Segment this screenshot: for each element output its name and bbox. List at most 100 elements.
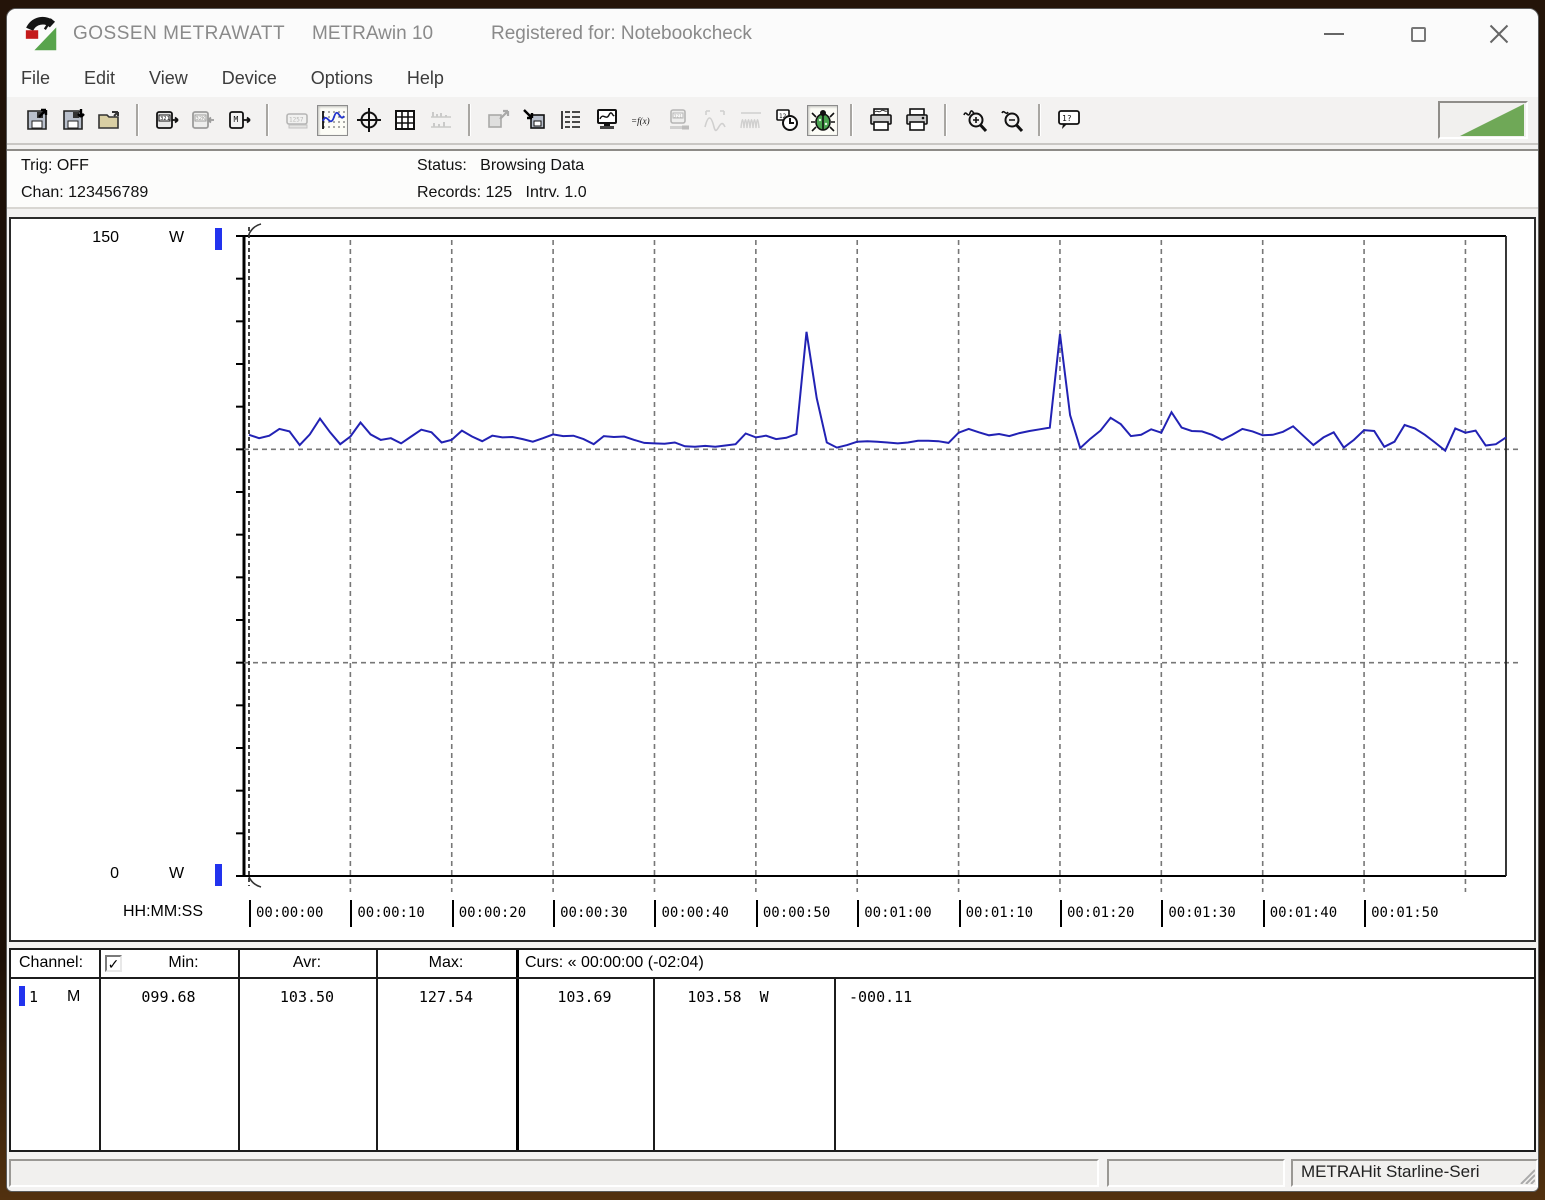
resize-grip-icon[interactable] [1517, 1166, 1535, 1184]
gossen-metrawatt-logo-icon [25, 16, 57, 51]
save-icon[interactable] [57, 105, 88, 136]
toolbar-separator [468, 104, 471, 136]
records-text: Records: 125 Intrv. 1.0 [417, 184, 587, 201]
statusbar-mid-panel [1107, 1159, 1285, 1187]
multi-curve-icon [735, 105, 766, 136]
app-window: GOSSEN METRAWATT METRAwin 10 Registered … [6, 8, 1539, 1192]
single-curve-icon [699, 105, 730, 136]
device-name-text: METRAHit Starline-Seri [1301, 1162, 1480, 1181]
zoom-out-icon[interactable] [995, 105, 1026, 136]
x-tick-label: 00:01:20 [1059, 900, 1134, 927]
chan-value: 123456789 [68, 184, 149, 201]
table-header: Channel: ✓ Min: Avr: Max: Curs: « 00:00:… [11, 950, 1534, 979]
toolbar-separator [850, 104, 853, 136]
x-tick-label: 00:01:50 [1364, 900, 1439, 927]
value-list-icon[interactable] [555, 105, 586, 136]
trig-label: Trig: OFF [21, 157, 89, 174]
read-multimeter-icon[interactable]: M [223, 105, 254, 136]
histogram-view-icon [425, 105, 456, 136]
records-value: 125 [485, 184, 513, 201]
toolbar-separator [1038, 104, 1041, 136]
cell-delta: -000.11 [849, 988, 913, 1006]
monitor-icon[interactable] [591, 105, 622, 136]
status-text: Status: Browsing Data [417, 157, 585, 174]
menu-item-file[interactable]: File [21, 68, 50, 89]
x-axis-labels: 00:00:00 00:00:10 00:00:20 00:00:30 00:00:40… [11, 219, 1534, 940]
trig-value: OFF [56, 157, 89, 174]
minimize-button[interactable] [1320, 20, 1348, 48]
debug-icon[interactable] [807, 104, 838, 136]
toolbar-separator [944, 104, 947, 136]
svg-text:M: M [233, 115, 238, 124]
level-indicator-panel [1438, 101, 1528, 139]
cell-channel-number: 1 [29, 988, 39, 1006]
x-tick-label: 00:00:10 [350, 900, 425, 927]
title-bar: GOSSEN METRAWATT METRAwin 10 Registered … [7, 9, 1538, 59]
menu-bar: File Edit View Device Options Help [7, 59, 1538, 97]
x-tick-label: 00:00:50 [755, 900, 830, 927]
svg-text:321: 321 [160, 116, 170, 122]
formula-icon[interactable]: =f(x) [627, 105, 658, 136]
x-tick-label: 00:01:40 [1262, 900, 1337, 927]
print-icon[interactable] [901, 105, 932, 136]
menu-item-view[interactable]: View [149, 68, 188, 89]
curve-view-icon[interactable] [317, 104, 348, 136]
menu-item-edit[interactable]: Edit [84, 68, 115, 89]
import-icon[interactable] [519, 105, 550, 136]
svg-text:=f(x): =f(x) [631, 116, 650, 126]
maximize-button[interactable] [1404, 20, 1432, 48]
save-as-icon[interactable] [21, 105, 52, 136]
menu-item-options[interactable]: Options [311, 68, 373, 89]
time-config-icon[interactable]: 12 [771, 105, 802, 136]
cell-cursor-unit: W [759, 988, 769, 1006]
x-tick-label: 00:01:30 [1161, 900, 1236, 927]
svg-text:32K: 32K [195, 116, 206, 122]
menu-item-help[interactable]: Help [407, 68, 444, 89]
registered-for-text: Registered for: Notebookcheck [491, 23, 752, 44]
x-tick-label: 00:00:40 [654, 900, 729, 927]
brand-title: GOSSEN METRAWATT [73, 23, 286, 44]
toolbar-separator [266, 104, 269, 136]
x-tick-label: 00:00:30 [553, 900, 628, 927]
open-icon[interactable] [93, 105, 124, 136]
numeric-display-icon: 1257 [281, 105, 312, 136]
cell-min: 099.68 [141, 988, 196, 1006]
svg-text:321: 321 [673, 113, 682, 119]
channel-data-table: Channel: ✓ Min: Avr: Max: Curs: « 00:00:… [9, 948, 1536, 1152]
table-view-icon[interactable] [389, 105, 420, 136]
toolbar: 321 32K M 1257 =f(x) 321 12 1? [7, 97, 1538, 145]
chan-label: Chan: 123456789 [21, 184, 149, 201]
xy-view-icon[interactable] [353, 105, 384, 136]
x-tick-label: 00:00:20 [451, 900, 526, 927]
header-cursor: Curs: « 00:00:00 (-02:04) [525, 954, 704, 971]
green-triangle-indicator-icon [1460, 104, 1524, 136]
print-preview-icon[interactable] [865, 105, 896, 136]
channel-color-bar [19, 986, 25, 1006]
header-avr: Avr: [292, 954, 322, 971]
header-min: Min: [168, 954, 199, 971]
toolbar-separator [136, 104, 139, 136]
device-config-icon: 321 [663, 105, 694, 136]
device-name-panel: METRAHit Starline-Seri [1291, 1159, 1538, 1187]
x-tick-label: 00:01:00 [857, 900, 932, 927]
channel-visibility-checkbox[interactable]: ✓ [105, 955, 122, 972]
hint-icon[interactable]: 1? [1053, 105, 1084, 136]
cell-channel-flag: M [67, 988, 81, 1005]
read-device-icon[interactable]: 321 [151, 105, 182, 136]
chart-panel: 150 W 0 W HH:MM:SS 00:00:00 00:00:10 00:00… [9, 217, 1536, 942]
statusbar-message-panel[interactable] [9, 1159, 1099, 1187]
interval-value: 1.0 [564, 184, 587, 201]
menu-item-device[interactable]: Device [222, 68, 277, 89]
zoom-in-icon[interactable] [959, 105, 990, 136]
svg-text:1?: 1? [1062, 114, 1072, 123]
x-tick-label: 00:00:00 [249, 900, 323, 927]
status-bar: METRAHit Starline-Seri [7, 1155, 1538, 1191]
status-value: Browsing Data [480, 157, 585, 174]
close-button[interactable] [1488, 23, 1510, 45]
cell-avr: 103.50 [279, 988, 335, 1006]
header-channel: Channel: [19, 954, 84, 971]
svg-text:1257: 1257 [289, 117, 304, 124]
cell-cursor-b: 103.58 W [687, 988, 769, 1006]
export-icon [483, 105, 514, 136]
header-max: Max: [428, 954, 464, 971]
